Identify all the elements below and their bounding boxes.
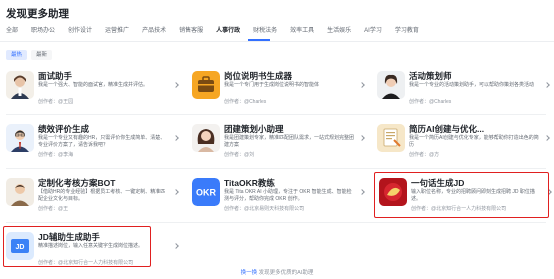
- filter-newest[interactable]: 最新: [31, 50, 53, 60]
- chevron-right-icon: [173, 135, 179, 141]
- avatar: [192, 124, 220, 152]
- row-divider: [6, 168, 546, 169]
- card-author: 创作者：@王园: [38, 99, 74, 105]
- assistant-card-event-planner[interactable]: 活动策划师 我是一个专业的活动策划助手，可以帮助你策划各类活动 创作者：@Cha…: [377, 69, 551, 117]
- chevron-right-icon: [544, 82, 550, 88]
- chevron-right-icon: [359, 82, 365, 88]
- card-description: 【借助HR的专业经验】根据员工考核、一键定制、精准匹配企业文化与目标。: [38, 189, 166, 202]
- card-description: 我是一个专业又有趣的HR，只需评价你生成简单、清楚、专业评价方案了，请告诉我吧？: [38, 135, 166, 148]
- avatar: [377, 124, 405, 152]
- tab-efficiency[interactable]: 效率工具: [290, 27, 314, 41]
- tab-ai-learning[interactable]: AI学习: [364, 27, 382, 41]
- assistant-card-team-building[interactable]: 团建策划小助理 我是团建策划专家，精准匹配团队需求，一站式规划完整团建方案 创作…: [192, 122, 366, 170]
- chevron-right-icon: [173, 189, 179, 195]
- load-more: 换一换 发现更多优质的AI助理: [0, 268, 554, 276]
- tab-office[interactable]: 职场办公: [31, 27, 55, 41]
- card-description: 我是一个专门用于生成岗位说明书的智能体: [224, 82, 320, 88]
- category-tabs: 全部 职场办公 创作设计 运营推广 产品技术 销售客服 人事行政 财税法务 效率…: [6, 27, 548, 41]
- card-title: 简历AI创建与优化...: [409, 124, 485, 134]
- assistant-card-resume-ai[interactable]: 简历AI创建与优化... 我是一个简历AI创建与优化专家，能够帮助你打造出色的简…: [377, 122, 551, 170]
- card-title: 面试助手: [38, 71, 73, 81]
- chevron-right-icon: [359, 189, 365, 195]
- card-description: 我是一个简历AI创建与优化专家，能够帮助你打造出色的简历: [409, 135, 539, 148]
- chevron-right-icon: [359, 135, 365, 141]
- card-description: 我是一个专业的活动策划助手，可以帮助你策划各类活动: [409, 82, 535, 88]
- card-title: 活动策划师: [409, 71, 452, 81]
- assistant-card-custom-assessment[interactable]: 定制化考核方案BOT 【借助HR的专业经验】根据员工考核、一键定制、精准匹配企业…: [6, 176, 180, 224]
- tab-operations[interactable]: 运营推广: [105, 27, 129, 41]
- row-divider: [6, 222, 546, 223]
- card-author: 创作者：@Charles: [224, 99, 267, 105]
- card-description: 我是 Tita OKR AI 小助理，专注于 OKR 智能生成、智能检测与评分，…: [224, 189, 352, 202]
- refresh-link[interactable]: 换一换: [241, 270, 258, 276]
- card-author: 创作者：@王: [38, 206, 69, 212]
- avatar: [6, 71, 34, 99]
- assistant-card-tita-okr[interactable]: OKR TitaOKR教练 我是 Tita OKR AI 小助理，专注于 OKR…: [192, 176, 366, 224]
- svg-text:OKR: OKR: [196, 188, 217, 198]
- avatar: [6, 178, 34, 206]
- assistant-card-job-description[interactable]: 岗位说明书生成器 我是一个专门用于生成岗位说明书的智能体 创作者：@Charle…: [192, 69, 366, 117]
- page-title: 发现更多助理: [6, 8, 69, 20]
- tab-product-tech[interactable]: 产品技术: [142, 27, 166, 41]
- tab-sales[interactable]: 销售客服: [179, 27, 203, 41]
- avatar: [6, 124, 34, 152]
- card-title: 团建策划小助理: [224, 124, 284, 134]
- card-author: 创作者：@李海: [38, 152, 74, 158]
- tab-education[interactable]: 学习教育: [395, 27, 419, 41]
- chevron-right-icon: [173, 82, 179, 88]
- highlight-box: [3, 226, 151, 267]
- card-title: 绩效评价生成: [38, 124, 90, 134]
- card-author: 创作者：@刘: [224, 152, 255, 158]
- card-description: 我是团建策划专家，精准匹配团队需求，一站式规划完整团建方案: [224, 135, 355, 148]
- card-title: TitaOKR教练: [224, 178, 275, 188]
- load-more-text: 发现更多优质的AI助理: [257, 270, 314, 276]
- row-divider: [6, 114, 546, 115]
- tabs-divider: [0, 41, 554, 42]
- chevron-right-icon: [544, 135, 550, 141]
- filter-hottest[interactable]: 最热: [6, 50, 28, 60]
- highlight-box: [374, 172, 549, 218]
- card-description: 我是一个强大、智能的面试官，精准生成并评估。: [38, 82, 149, 88]
- tab-all[interactable]: 全部: [6, 27, 18, 41]
- sort-filters: 最热 最新: [6, 50, 53, 60]
- card-title: 定制化考核方案BOT: [38, 178, 116, 188]
- tab-hr-admin[interactable]: 人事行政: [216, 27, 240, 41]
- assistant-card-interview[interactable]: 面试助手 我是一个强大、智能的面试官，精准生成并评估。 创作者：@王园: [6, 69, 180, 117]
- chevron-right-icon: [173, 243, 179, 249]
- tab-creative[interactable]: 创作设计: [68, 27, 92, 41]
- card-author: 创作者：@方: [409, 152, 440, 158]
- tab-lifestyle[interactable]: 生活娱乐: [327, 27, 351, 41]
- assistant-card-performance-review[interactable]: 绩效评价生成 我是一个专业又有趣的HR，只需评价你生成简单、清楚、专业评价方案了…: [6, 122, 180, 170]
- card-author: 创作者：@北京易则天科技有限公司: [224, 206, 305, 212]
- avatar: [377, 71, 405, 99]
- card-author: 创作者：@Charles: [409, 99, 452, 105]
- card-title: 岗位说明书生成器: [224, 71, 293, 81]
- avatar: [192, 71, 220, 99]
- okr-logo-icon: OKR: [192, 178, 220, 206]
